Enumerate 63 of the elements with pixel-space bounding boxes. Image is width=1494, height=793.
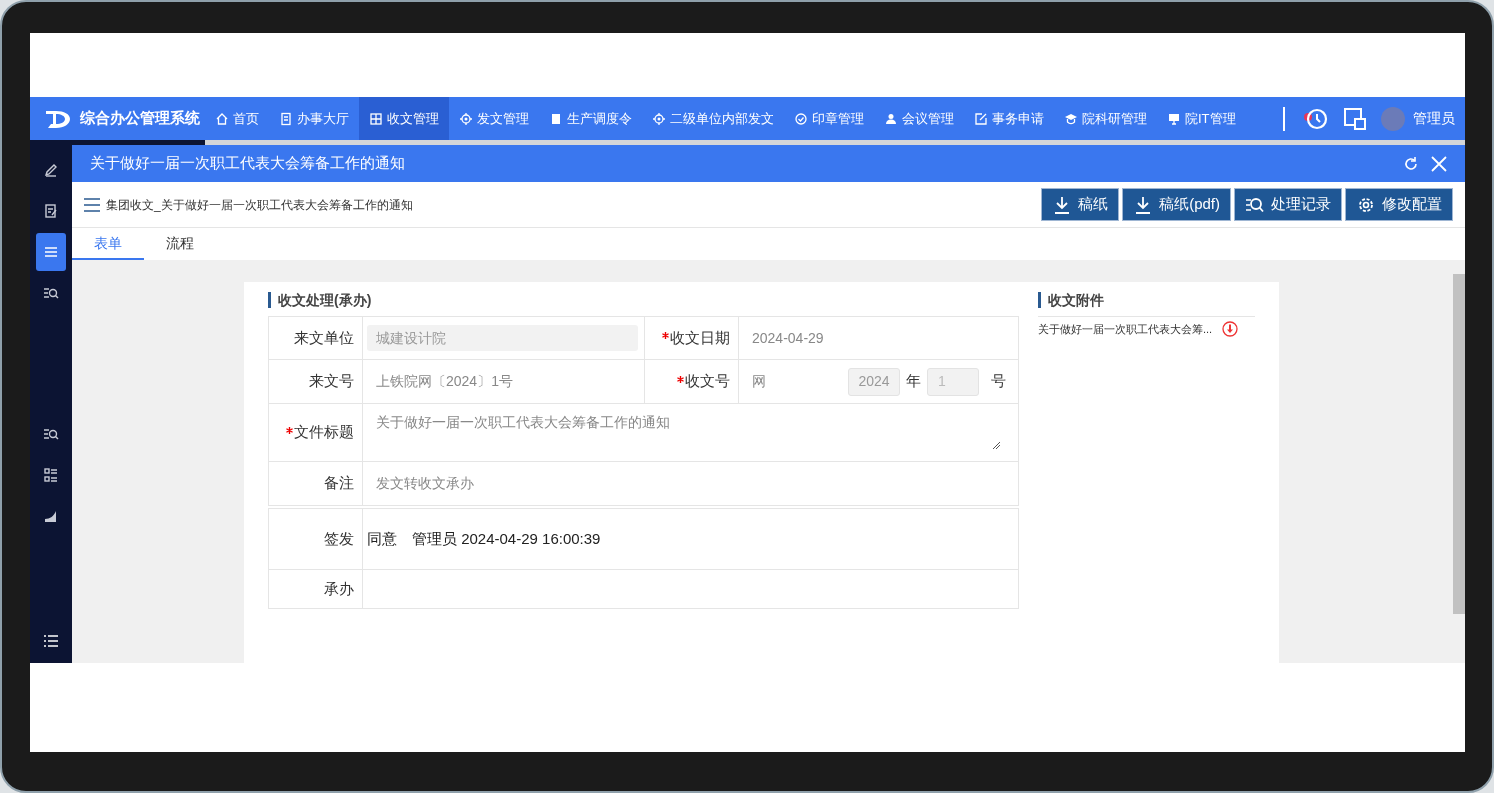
gear-icon (652, 111, 666, 126)
person-icon (884, 111, 898, 126)
nav-item[interactable]: 院IT管理 (1157, 97, 1246, 140)
square-icon (549, 111, 563, 126)
breadcrumb: 集团收文_关于做好一届一次职工代表大会筹备工作的通知 (106, 196, 413, 214)
check-circle-icon (794, 111, 808, 126)
field-label: 收文日期 (670, 327, 730, 348)
field-label: 备注 (324, 473, 354, 494)
approval-text: 同意 管理员 2024-04-29 16:00:39 (367, 528, 601, 549)
nav-item[interactable]: 院科研管理 (1054, 97, 1157, 140)
dialog-title: 关于做好一届一次职工代表大会筹备工作的通知 (90, 153, 405, 174)
toolbar-button[interactable]: 稿纸(pdf) (1122, 188, 1231, 221)
close-icon[interactable] (1431, 155, 1447, 172)
section-title: 收文附件 (1048, 290, 1104, 310)
year-field[interactable]: 2024 (848, 367, 900, 396)
user-name[interactable]: 管理员 (1413, 108, 1455, 129)
nav-item[interactable]: 发文管理 (449, 97, 539, 140)
tab[interactable]: 流程 (144, 228, 216, 260)
graduation-cap-icon (1064, 111, 1078, 126)
toolbar-button[interactable]: 稿纸 (1041, 188, 1120, 221)
field-label: 来文号 (309, 371, 354, 392)
grid-icon (369, 111, 383, 126)
toolbar-button[interactable]: 修改配置 (1345, 188, 1453, 221)
note-icon (43, 203, 59, 219)
nav-item[interactable]: 二级单位内部发文 (642, 97, 784, 140)
nav-item[interactable]: 生产调度令 (539, 97, 642, 140)
nav-item[interactable]: 印章管理 (784, 97, 874, 140)
input-field[interactable]: 发文转收文承办 (376, 473, 474, 494)
nav-item[interactable]: 会议管理 (874, 97, 964, 140)
pencil-icon (43, 162, 59, 178)
date-field[interactable]: 2024-04-29 (752, 327, 824, 349)
document-icon (279, 111, 293, 126)
monitor-icon (1167, 111, 1181, 126)
menu-icon (43, 244, 59, 260)
field-label: 承办 (324, 578, 354, 599)
field-label: 收文号 (685, 371, 730, 392)
download-icon[interactable] (1222, 321, 1239, 337)
year-suffix: 年 (906, 371, 921, 392)
history-icon[interactable] (1301, 106, 1329, 131)
search-list-icon (43, 285, 59, 301)
attachment-link[interactable]: 关于做好一届一次职工代表大会筹... (1038, 320, 1213, 338)
number-prefix: 网 (752, 372, 767, 391)
field-label: 来文单位 (294, 327, 354, 348)
refresh-icon[interactable] (1403, 155, 1419, 172)
nav-item[interactable]: 收文管理 (359, 97, 449, 140)
app-title: 综合办公管理系统 (80, 108, 200, 129)
number-suffix: 号 (991, 371, 1006, 392)
gear-icon (459, 111, 473, 126)
nav-item[interactable]: 首页 (205, 97, 269, 140)
edit-icon (974, 111, 988, 126)
menu-icon[interactable] (84, 197, 100, 212)
toolbar-button[interactable]: 处理记录 (1234, 188, 1342, 221)
readonly-field: 城建设计院 (367, 325, 638, 351)
grid-list-icon (43, 467, 59, 483)
nav-item[interactable]: 办事大厅 (269, 97, 359, 140)
home-icon (215, 111, 229, 126)
search-list-icon (43, 426, 59, 442)
section-title: 收文处理(承办) (278, 290, 372, 310)
input-field[interactable]: 上铁院网〔2024〕1号 (376, 371, 513, 392)
list-icon (43, 633, 59, 649)
window-icon[interactable] (1343, 106, 1367, 131)
field-label: 签发 (324, 528, 354, 549)
nav-item[interactable]: 事务申请 (964, 97, 1054, 140)
